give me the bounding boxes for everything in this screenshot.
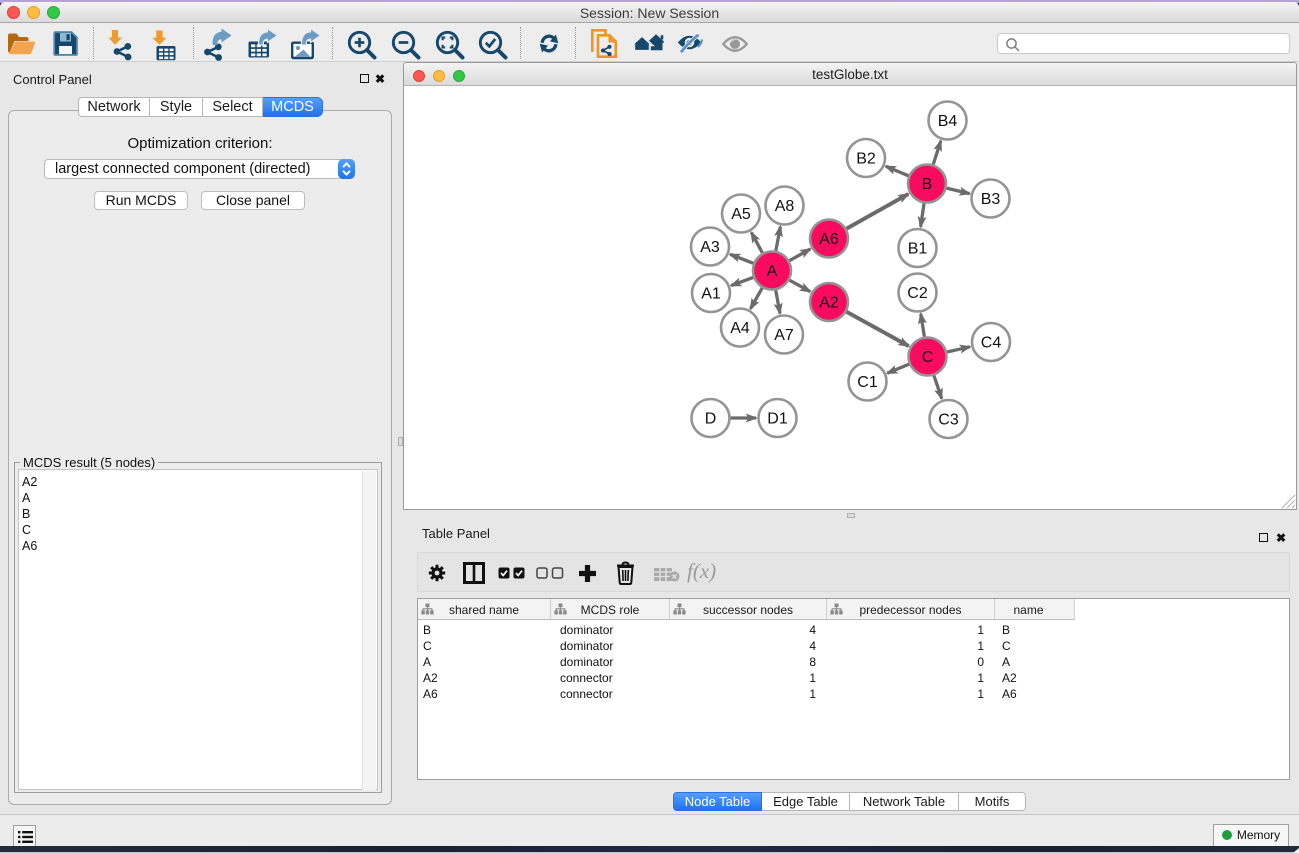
svg-text:C1: C1 [857,374,878,391]
svg-text:B1: B1 [908,241,928,258]
svg-text:A1: A1 [701,286,721,303]
svg-text:B4: B4 [938,113,958,130]
svg-text:A4: A4 [730,320,750,337]
svg-text:D: D [705,411,717,428]
svg-text:A7: A7 [774,327,794,344]
svg-text:C4: C4 [981,335,1002,352]
svg-text:A2: A2 [819,295,839,312]
svg-text:B3: B3 [981,191,1001,208]
svg-text:A: A [767,263,778,280]
svg-text:B2: B2 [856,151,876,168]
svg-text:A8: A8 [775,198,795,215]
svg-text:C2: C2 [907,285,928,302]
svg-text:C: C [922,349,934,366]
svg-text:D1: D1 [767,411,788,428]
svg-text:C3: C3 [938,412,959,429]
svg-text:A5: A5 [731,206,751,223]
svg-text:A3: A3 [700,239,720,256]
svg-text:A6: A6 [819,231,839,248]
svg-text:B: B [922,176,933,193]
